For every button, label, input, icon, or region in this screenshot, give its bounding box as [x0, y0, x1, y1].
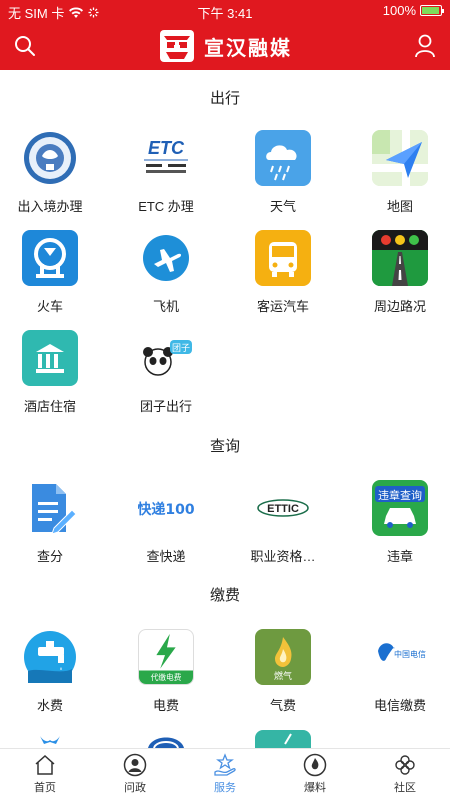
service-item-map[interactable]: 地图: [344, 130, 450, 215]
service-item-partial-3[interactable]: [227, 730, 339, 748]
svg-text:中国电信: 中国电信: [394, 649, 426, 659]
app-title: 宣汉融媒: [204, 37, 292, 60]
map-icon: [372, 130, 428, 186]
emblem-icon: [22, 130, 78, 186]
tab-wenzheng[interactable]: 问政: [90, 753, 180, 795]
etc-icon: ETC: [138, 130, 194, 186]
water-tap-icon: [22, 629, 78, 685]
user-icon[interactable]: [414, 34, 436, 58]
traffic-light-icon: [372, 230, 428, 286]
svg-text:ETTIC: ETTIC: [267, 503, 299, 515]
ribbon-icon: [22, 730, 78, 748]
ettic-icon: ETTIC: [255, 480, 311, 536]
train-icon: [22, 230, 78, 286]
svg-text:团子: 团子: [172, 343, 190, 353]
logo-mark-icon: [160, 30, 194, 62]
document-pen-icon: [22, 480, 78, 536]
service-item-hotel[interactable]: 酒店住宿: [0, 330, 106, 415]
app-logo: 宣汉融媒: [0, 28, 450, 64]
globe-icon: [138, 730, 194, 748]
section-title-query: 查询: [209, 438, 240, 455]
panda-icon: 团子: [138, 330, 194, 386]
svg-text:ETC: ETC: [148, 138, 185, 158]
bottom-tab-bar: 首页 问政 服务 爆料 社区: [0, 748, 450, 800]
service-icon: [214, 753, 236, 776]
lightning-icon: 代缴电费: [138, 629, 194, 685]
kuaidi100-icon: 快递100: [138, 480, 194, 536]
service-item-etc[interactable]: ETC ETC 办理: [110, 130, 222, 215]
tab-home[interactable]: 首页: [0, 753, 90, 795]
service-item-bus[interactable]: 客运汽车: [227, 230, 339, 315]
service-item-partial-2[interactable]: [110, 730, 222, 748]
service-item-train[interactable]: 火车: [0, 230, 106, 315]
service-item-traffic[interactable]: 周边路况: [344, 230, 450, 315]
service-content[interactable]: 出行 出入境办理 ETC ETC 办理 天气 地图 火车 飞机 客运汽车 周边路…: [0, 70, 450, 748]
flame-icon: [303, 753, 327, 777]
status-bar: 无 SIM 卡 下午 3:41 100%: [0, 0, 450, 22]
person-icon: [123, 753, 147, 777]
section-title-travel: 出行: [209, 90, 240, 107]
service-item-exit-entry[interactable]: 出入境办理: [0, 130, 106, 215]
hotel-icon: [22, 330, 78, 386]
service-item-electricity[interactable]: 代缴电费 电费: [110, 629, 222, 714]
section-title-payment: 缴费: [209, 587, 240, 604]
service-item-tuanzi[interactable]: 团子 团子出行: [110, 330, 222, 415]
svg-text:代缴电费: 代缴电费: [151, 672, 182, 682]
teal-app-icon: [255, 730, 311, 748]
service-item-flight[interactable]: 飞机: [110, 230, 222, 315]
app-header: 宣汉融媒: [0, 22, 450, 70]
service-item-gas[interactable]: 燃气 气费: [227, 629, 339, 714]
tab-baoliao[interactable]: 爆料: [270, 753, 360, 795]
service-item-score[interactable]: 查分: [0, 480, 106, 565]
airplane-icon: [138, 230, 194, 286]
tab-service[interactable]: 服务: [180, 753, 270, 795]
tab-community[interactable]: 社区: [360, 753, 450, 795]
svg-text:燃气: 燃气: [274, 670, 292, 682]
gas-flame-icon: 燃气: [255, 629, 311, 685]
service-item-partial-1[interactable]: [0, 730, 106, 748]
svg-text:违章查询: 违章查询: [378, 488, 422, 502]
weather-icon: [255, 130, 311, 186]
bus-icon: [255, 230, 311, 286]
service-item-express[interactable]: 快递100 查快递: [110, 480, 222, 565]
svg-text:快递100: 快递100: [138, 501, 194, 518]
china-telecom-icon: 中国电信: [372, 629, 428, 685]
service-item-violation[interactable]: 违章查询 违章: [344, 480, 450, 565]
violation-car-icon: 违章查询: [372, 480, 428, 536]
home-icon: [35, 754, 55, 775]
clover-icon: [395, 755, 415, 775]
battery-icon: [420, 5, 444, 16]
service-item-water[interactable]: 水费: [0, 629, 106, 714]
service-item-qualification[interactable]: ETTIC 职业资格…: [227, 480, 339, 565]
battery-percent: 100%: [382, 3, 416, 18]
service-item-weather[interactable]: 天气: [227, 130, 339, 215]
service-item-telecom[interactable]: 中国电信 电信缴费: [344, 629, 450, 714]
